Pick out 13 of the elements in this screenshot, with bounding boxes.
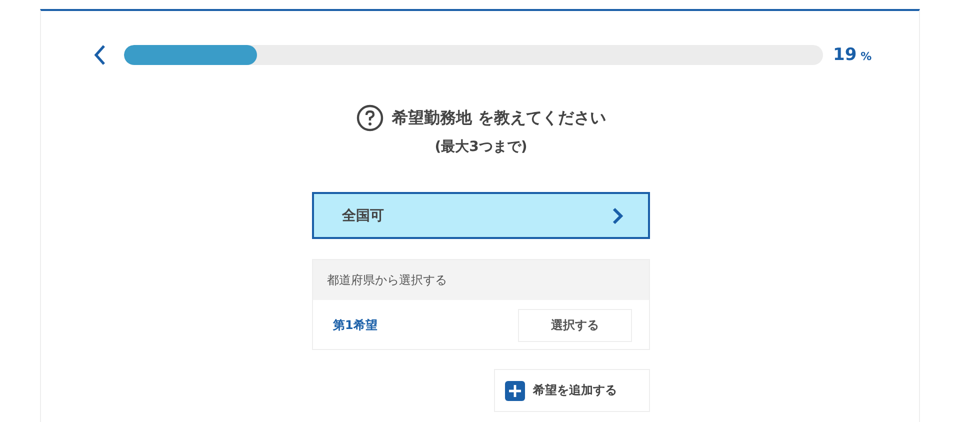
progress-value: 19: [833, 45, 857, 65]
plus-icon: [505, 380, 525, 400]
nationwide-option[interactable]: 全国可: [312, 192, 650, 239]
back-icon[interactable]: [93, 44, 107, 66]
question-note: (最大3つまで): [434, 138, 528, 156]
percent-sign: %: [860, 50, 872, 63]
chevron-right-icon: [612, 206, 624, 224]
help-icon[interactable]: [356, 104, 384, 132]
add-choice-button[interactable]: 希望を追加する: [494, 369, 650, 412]
select-button[interactable]: 選択する: [518, 309, 632, 342]
question-title: 希望勤務地 を教えてください: [392, 108, 606, 128]
panel-header: 都道府県から選択する: [327, 272, 447, 288]
choice-label: 第1希望: [333, 317, 378, 334]
